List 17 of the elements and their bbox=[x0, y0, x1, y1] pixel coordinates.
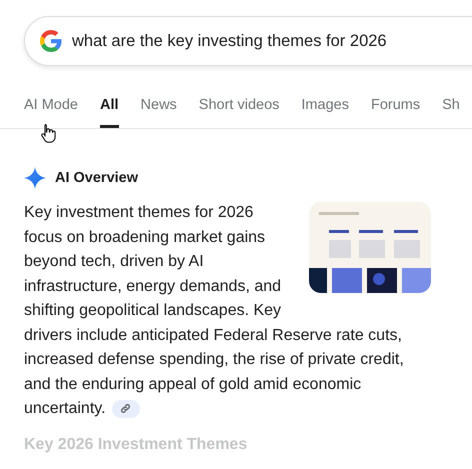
search-field[interactable]: what are the key investing themes for 2026 bbox=[24, 16, 472, 66]
hand-pointer-icon bbox=[41, 123, 57, 143]
link-chip[interactable] bbox=[112, 400, 140, 418]
sparkle-icon bbox=[24, 167, 46, 189]
search-query: what are the key investing themes for 2026 bbox=[72, 32, 387, 50]
search-tab[interactable]: Short videos bbox=[198, 96, 280, 128]
section-heading: Key 2026 Investment Themes bbox=[24, 436, 248, 454]
search-tab[interactable]: Forums bbox=[370, 96, 420, 128]
overview-title: AI Overview bbox=[55, 170, 138, 186]
google-logo-icon bbox=[40, 30, 62, 52]
search-tab[interactable]: Images bbox=[301, 96, 349, 128]
search-tab[interactable]: News bbox=[140, 96, 177, 128]
search-tab[interactable]: Sh bbox=[442, 96, 460, 128]
overview-summary: drivers include anticipated Federal Reserve rate cuts, increased defense spending, the rise of private credit, and the enduring appeal of gold amid economic uncertainty. bbox=[24, 326, 405, 420]
link-icon bbox=[120, 403, 132, 414]
search-tab[interactable]: AI Mode bbox=[24, 96, 78, 128]
search-tab[interactable]: All bbox=[100, 96, 119, 128]
